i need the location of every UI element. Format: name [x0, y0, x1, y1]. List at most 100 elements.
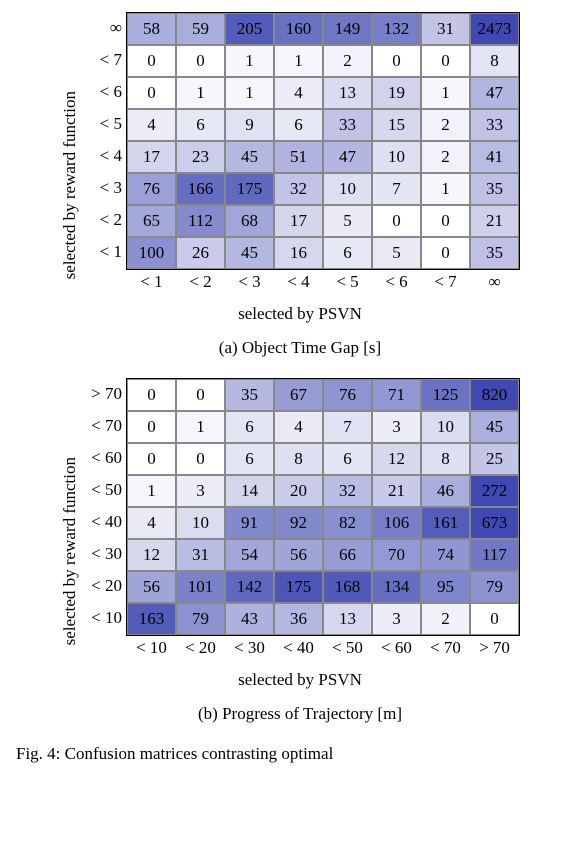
heatmap-cell: 0 — [421, 237, 470, 269]
x-tick-label: < 60 — [372, 636, 421, 658]
heatmap-cell: 272 — [470, 475, 519, 507]
heatmap-cell: 3 — [372, 411, 421, 443]
heatmap-cell: 132 — [372, 13, 421, 45]
y-tick-label: < 20 — [80, 570, 126, 602]
heatmap-cell: 673 — [470, 507, 519, 539]
heatmap-cell: 9 — [225, 109, 274, 141]
heatmap-cell: 43 — [225, 603, 274, 635]
heatmap-cell: 32 — [274, 173, 323, 205]
heatmap-cell: 6 — [176, 109, 225, 141]
heatmap-cell: 12 — [127, 539, 176, 571]
heatmap-cell: 6 — [225, 443, 274, 475]
heatmap-cell: 58 — [127, 13, 176, 45]
heatmap-cell: 15 — [372, 109, 421, 141]
heatmap-cell: 149 — [323, 13, 372, 45]
heatmap-cell: 33 — [470, 109, 519, 141]
heatmap-cell: 168 — [323, 571, 372, 603]
heatmap-cell: 12 — [372, 443, 421, 475]
heatmap-cell: 31 — [176, 539, 225, 571]
heatmap-cell: 820 — [470, 379, 519, 411]
heatmap-cell: 134 — [372, 571, 421, 603]
heatmap-cell: 21 — [372, 475, 421, 507]
y-tick-label: < 2 — [80, 204, 126, 236]
y-tick-label: < 5 — [80, 108, 126, 140]
heatmap-cell: 205 — [225, 13, 274, 45]
heatmap-figure: selected by reward function∞< 7< 6< 5< 4… — [6, 12, 570, 358]
heatmap-cell: 56 — [274, 539, 323, 571]
heatmap-cell: 1 — [421, 173, 470, 205]
heatmap-cell: 10 — [421, 411, 470, 443]
heatmap-cell: 0 — [372, 205, 421, 237]
heatmap-cell: 166 — [176, 173, 225, 205]
heatmap-cell: 161 — [421, 507, 470, 539]
heatmap-cell: 13 — [323, 603, 372, 635]
heatmap-cell: 175 — [225, 173, 274, 205]
heatmap-cell: 45 — [470, 411, 519, 443]
y-tick-label: ∞ — [80, 12, 126, 44]
heatmap-cell: 76 — [323, 379, 372, 411]
y-tick-label: < 70 — [80, 410, 126, 442]
heatmap-cell: 91 — [225, 507, 274, 539]
heatmap-cell: 36 — [274, 603, 323, 635]
heatmap-cell: 1 — [176, 77, 225, 109]
heatmap-cell: 14 — [225, 475, 274, 507]
heatmap-cell: 6 — [274, 109, 323, 141]
x-tick-label: < 40 — [274, 636, 323, 658]
heatmap-cell: 6 — [323, 443, 372, 475]
y-axis-label: selected by reward function — [56, 457, 80, 645]
heatmap-cell: 10 — [372, 141, 421, 173]
heatmap-cell: 66 — [323, 539, 372, 571]
y-tick-label: < 6 — [80, 76, 126, 108]
heatmap-cell: 2 — [421, 109, 470, 141]
heatmap-cell: 4 — [274, 77, 323, 109]
heatmap-cell: 32 — [323, 475, 372, 507]
subplot-caption: (a) Object Time Gap [s] — [219, 338, 381, 358]
heatmap-cell: 45 — [225, 237, 274, 269]
heatmap-cell: 101 — [176, 571, 225, 603]
y-tick-label: < 50 — [80, 474, 126, 506]
heatmap-cell: 1 — [127, 475, 176, 507]
heatmap-cell: 21 — [470, 205, 519, 237]
heatmap-cell: 1 — [274, 45, 323, 77]
subplot-caption: (b) Progress of Trajectory [m] — [198, 704, 402, 724]
x-tick-label: < 7 — [421, 270, 470, 292]
y-axis-label: selected by reward function — [56, 91, 80, 279]
heatmap-cell: 65 — [127, 205, 176, 237]
heatmap-cell: 4 — [127, 109, 176, 141]
heatmap-cell: 100 — [127, 237, 176, 269]
heatmap-cell: 0 — [372, 45, 421, 77]
x-tick-label: < 6 — [372, 270, 421, 292]
heatmap-cell: 117 — [470, 539, 519, 571]
heatmap-cell: 0 — [176, 443, 225, 475]
x-tick-label: ∞ — [470, 270, 519, 292]
heatmap-cell: 8 — [421, 443, 470, 475]
heatmap-cell: 82 — [323, 507, 372, 539]
y-tick-label: > 70 — [80, 378, 126, 410]
heatmap-cell: 16 — [274, 237, 323, 269]
heatmap-cell: 4 — [127, 507, 176, 539]
y-tick-label: < 4 — [80, 140, 126, 172]
heatmap-cell: 0 — [176, 45, 225, 77]
heatmap-cell: 1 — [421, 77, 470, 109]
x-tick-label: < 4 — [274, 270, 323, 292]
heatmap-cell: 25 — [470, 443, 519, 475]
x-tick-label: < 50 — [323, 636, 372, 658]
heatmap-cell: 68 — [225, 205, 274, 237]
y-tick-label: < 1 — [80, 236, 126, 268]
y-tick-label: < 60 — [80, 442, 126, 474]
heatmap-cell: 10 — [176, 507, 225, 539]
heatmap-grid: 5859205160149132312473001120080114131914… — [126, 12, 520, 270]
heatmap-cell: 0 — [127, 77, 176, 109]
heatmap-cell: 125 — [421, 379, 470, 411]
heatmap-cell: 7 — [323, 411, 372, 443]
heatmap-cell: 33 — [323, 109, 372, 141]
heatmap-cell: 175 — [274, 571, 323, 603]
y-tick-label: < 40 — [80, 506, 126, 538]
heatmap-cell: 0 — [470, 603, 519, 635]
heatmap-cell: 1 — [225, 45, 274, 77]
heatmap-cell: 6 — [323, 237, 372, 269]
x-tick-label: < 70 — [421, 636, 470, 658]
heatmap-cell: 0 — [127, 443, 176, 475]
heatmap-cell: 0 — [421, 205, 470, 237]
heatmap-cell: 35 — [470, 237, 519, 269]
